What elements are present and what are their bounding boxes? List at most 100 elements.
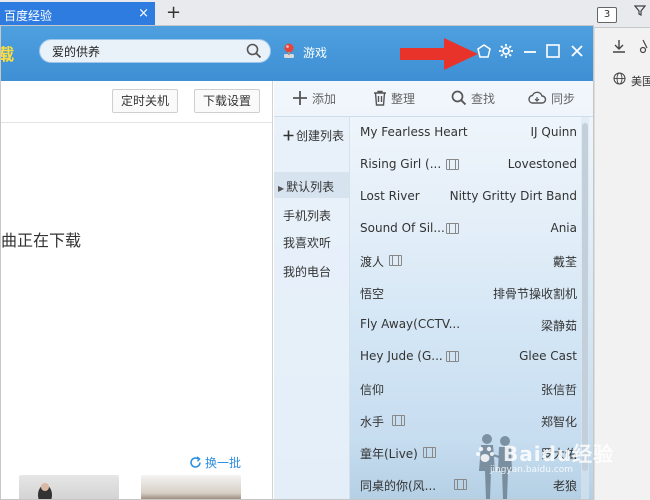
song-artist: IJ Quinn	[530, 125, 578, 139]
song-row[interactable]: Rising Girl (... Lovestoned	[351, 149, 581, 181]
song-row[interactable]: Lost River Nitty Gritty Dirt Band	[351, 181, 581, 213]
nav-item-my-radio[interactable]: 我的电台	[283, 263, 331, 280]
search-icon[interactable]	[246, 43, 262, 62]
playlist-toolbar: 添加 整理 查找 同步	[274, 81, 593, 117]
song-row[interactable]: Fly Away(CCTV... 梁静茹	[351, 309, 581, 341]
mv-film-icon[interactable]	[389, 255, 402, 266]
organize-button[interactable]: 整理	[373, 90, 415, 107]
organize-label: 整理	[391, 92, 416, 106]
song-artist: 郑智化	[540, 415, 577, 429]
create-list-label: 创建列表	[296, 129, 345, 143]
find-label: 查找	[471, 92, 496, 106]
tab-close-icon[interactable]: ×	[138, 6, 149, 21]
mv-film-icon[interactable]	[446, 159, 459, 170]
new-tab-button[interactable]: +	[166, 3, 181, 23]
mv-film-icon[interactable]	[454, 479, 467, 490]
refresh-batch-link[interactable]: 换一批	[189, 454, 241, 471]
find-button[interactable]: 查找	[451, 90, 495, 107]
nav-item-default-list[interactable]: ▶ 默认列表	[278, 178, 334, 195]
app-header: 载 游戏 点他	[1, 26, 593, 81]
scrollbar-thumb[interactable]	[582, 123, 588, 471]
mv-film-icon[interactable]	[392, 415, 405, 426]
caret-right-icon: ▶	[278, 184, 285, 193]
gear-icon[interactable]	[498, 43, 514, 62]
song-title: Hey Jude (G...	[360, 349, 443, 363]
timed-shutdown-button[interactable]: 定时关机	[112, 89, 179, 113]
mv-film-icon[interactable]	[446, 223, 459, 234]
baidu-watermark-logo: Baidu经验	[475, 438, 614, 467]
album-thumbnail[interactable]	[19, 475, 119, 499]
search-box[interactable]	[39, 39, 271, 63]
song-artist: 张信哲	[540, 383, 577, 397]
song-title: Lost River	[360, 189, 420, 203]
song-title: 信仰	[360, 383, 385, 397]
red-arrow-annotation	[400, 38, 478, 70]
add-label: 添加	[312, 92, 337, 106]
download-panel: 定时关机 下载设置 曲正在下载 换一批	[1, 81, 273, 499]
song-artist: 戴荃	[552, 255, 577, 269]
watermark-url: jingyan.baidu.com	[490, 465, 574, 475]
song-row[interactable]: 渡人 戴荃	[351, 245, 581, 277]
plus-icon	[293, 91, 307, 105]
minimize-icon[interactable]	[523, 43, 537, 62]
globe-icon	[613, 72, 626, 88]
cloud-icon	[528, 91, 547, 104]
nav-item-favorites[interactable]: 我喜欢听	[283, 234, 331, 251]
plus-icon	[283, 130, 294, 141]
song-title: 同桌的你(风...	[360, 479, 437, 493]
app-logo-text: 载	[1, 41, 14, 65]
song-artist: Ania	[550, 221, 577, 235]
song-row[interactable]: 信仰 张信哲	[351, 373, 581, 405]
nav-label: 默认列表	[286, 180, 335, 194]
song-row[interactable]: Sound Of Sil... Ania	[351, 213, 581, 245]
nav-item-phone-list[interactable]: 手机列表	[283, 207, 331, 224]
refresh-icon	[190, 456, 201, 468]
mv-film-icon[interactable]	[423, 447, 436, 458]
trash-icon	[374, 90, 386, 106]
watermark-brand: Baidu经验	[502, 442, 615, 466]
song-title: My Fearless Heart	[360, 125, 468, 139]
song-title: Fly Away(CCTV...	[360, 317, 461, 331]
search-input[interactable]	[52, 43, 237, 59]
song-title: 水手	[360, 415, 385, 429]
song-artist: 梁静茹	[540, 319, 577, 333]
song-artist: Glee Cast	[519, 349, 577, 363]
music-app-window: 载 游戏 点他 定时关机 下载设置	[0, 25, 594, 500]
add-button[interactable]: 添加	[292, 90, 336, 107]
mv-film-icon[interactable]	[446, 351, 459, 362]
song-title: Rising Girl (...	[360, 157, 442, 171]
song-row[interactable]: 悟空 排骨节操收割机	[351, 277, 581, 309]
download-status-text: 曲正在下载	[1, 231, 82, 250]
song-artist: 排骨节操收割机	[492, 287, 577, 301]
tab-menu-icon[interactable]	[633, 4, 647, 20]
close-icon[interactable]	[570, 44, 584, 61]
song-title: 悟空	[360, 287, 385, 301]
download-settings-button[interactable]: 下载设置	[194, 89, 261, 113]
maximize-icon[interactable]	[546, 44, 560, 61]
region-label[interactable]: 美国	[631, 73, 650, 89]
browser-tabstrip: 百度经验 × + 3	[0, 0, 650, 28]
scissors-icon[interactable]	[639, 38, 650, 58]
song-artist: 老狼	[552, 479, 577, 493]
browser-side-toolbar: 美国	[594, 28, 650, 500]
tab-title: 百度经验	[4, 9, 53, 23]
download-icon[interactable]	[611, 38, 627, 58]
song-title: Sound Of Sil...	[360, 221, 445, 235]
create-list-button[interactable]: 创建列表	[283, 127, 344, 144]
paw-icon	[476, 446, 494, 462]
song-row[interactable]: Hey Jude (G... Glee Cast	[351, 341, 581, 373]
sync-button[interactable]: 同步	[527, 90, 575, 107]
playlist-nav: 创建列表 ▶ 默认列表 手机列表 我喜欢听 我的电台	[274, 117, 350, 499]
song-row[interactable]: My Fearless Heart IJ Quinn	[351, 117, 581, 149]
search-icon	[451, 90, 467, 106]
tab-count-badge[interactable]: 3	[597, 7, 617, 23]
album-thumbnail[interactable]	[141, 475, 241, 499]
song-row[interactable]: 水手 郑智化	[351, 405, 581, 437]
game-link[interactable]: 游戏	[303, 44, 327, 61]
song-artist: Nitty Gritty Dirt Band	[449, 189, 577, 203]
sync-label: 同步	[551, 92, 576, 106]
song-artist: Lovestoned	[507, 157, 577, 171]
game-joystick-icon[interactable]	[282, 43, 296, 58]
download-toolbar: 定时关机 下载设置	[1, 81, 272, 123]
song-title: 童年(Live)	[360, 447, 418, 461]
